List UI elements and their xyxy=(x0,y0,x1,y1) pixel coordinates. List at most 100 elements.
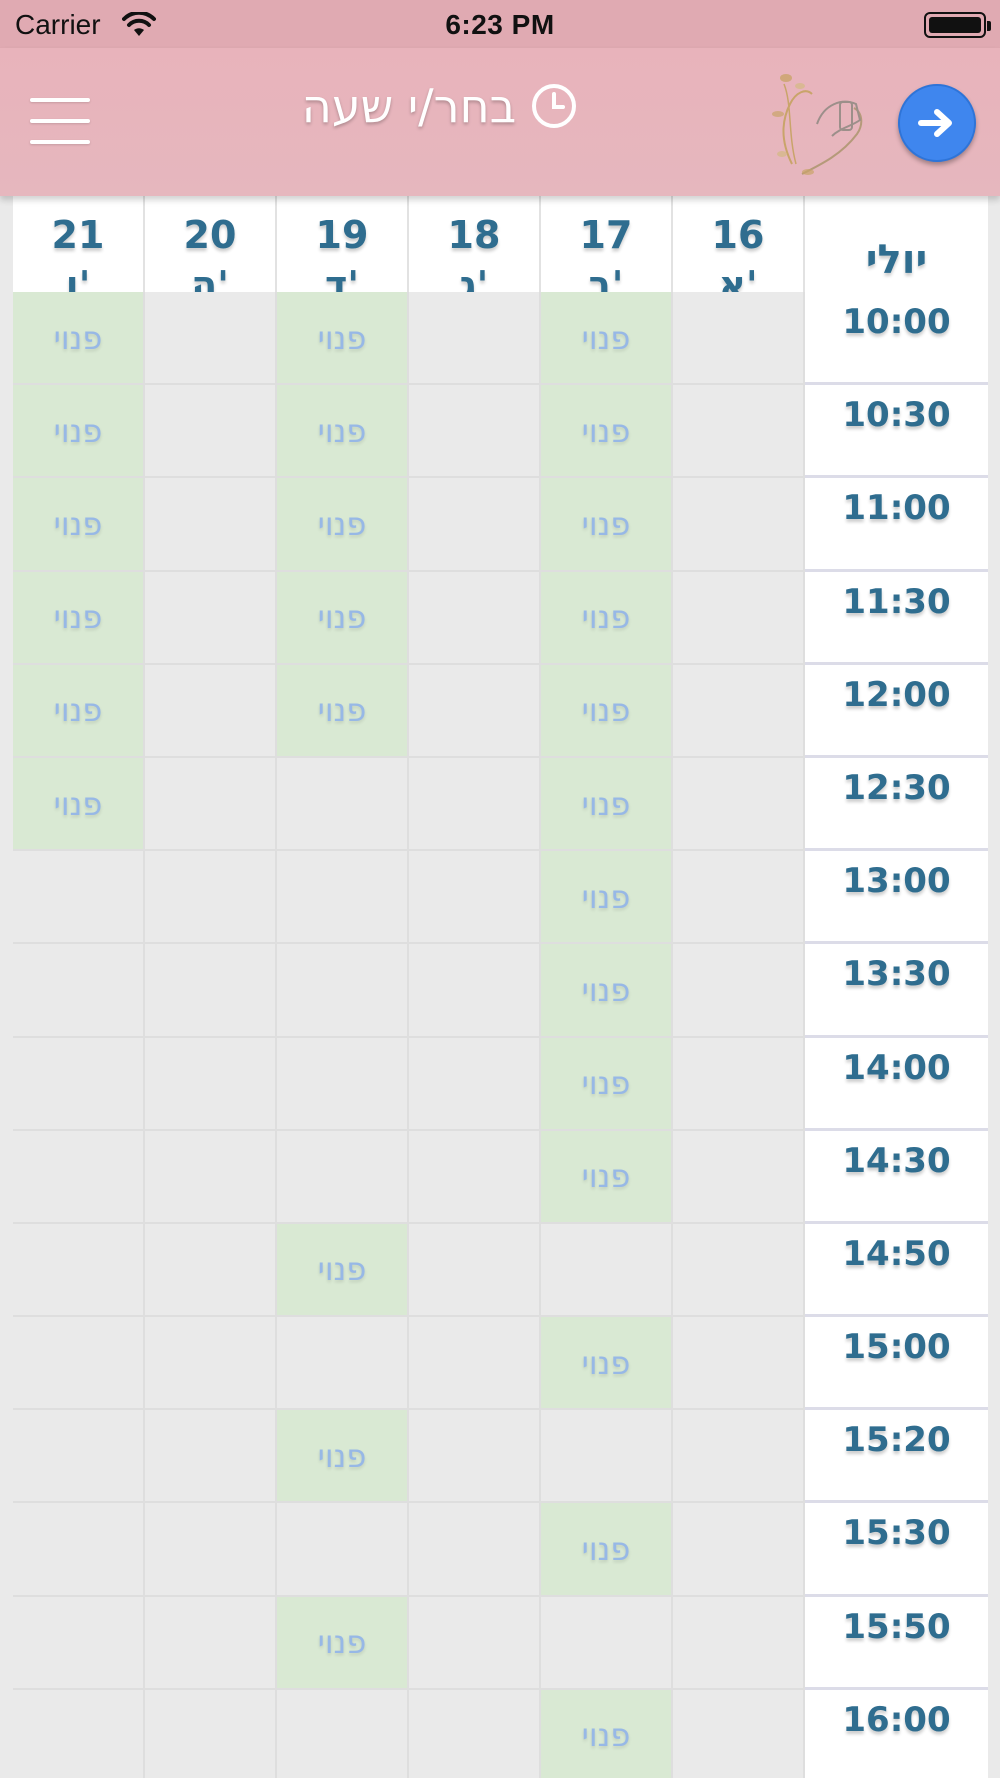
unavailable-slot-cell xyxy=(409,1130,541,1224)
unavailable-slot-cell xyxy=(409,1317,541,1411)
unavailable-slot-cell xyxy=(409,944,541,1038)
menu-button[interactable] xyxy=(30,98,90,144)
unavailable-slot-cell xyxy=(277,1037,409,1131)
free-slot-label: פנוי xyxy=(53,598,103,637)
free-slot-label: פנוי xyxy=(317,1436,367,1475)
arrow-right-icon xyxy=(918,109,952,137)
unavailable-slot-cell xyxy=(277,944,409,1038)
time-label: 13:00 xyxy=(805,851,988,945)
unavailable-slot-cell xyxy=(409,1503,541,1597)
time-slot-row: פנוי 14:00 xyxy=(13,1037,988,1131)
day-number: 17 xyxy=(579,213,633,257)
unavailable-slot-cell xyxy=(145,851,277,945)
unavailable-slot-cell xyxy=(277,1317,409,1411)
time-slot-row: פנוי 14:30 xyxy=(13,1130,988,1224)
free-slot-cell[interactable]: פנוי xyxy=(541,292,673,386)
free-slot-cell[interactable]: פנוי xyxy=(541,1503,673,1597)
free-slot-cell[interactable]: פנוי xyxy=(277,571,409,665)
time-label: 15:20 xyxy=(805,1410,988,1504)
time-label: 15:30 xyxy=(805,1503,988,1597)
back-button[interactable] xyxy=(898,84,976,162)
free-slot-cell[interactable]: פנוי xyxy=(277,385,409,479)
unavailable-slot-cell xyxy=(145,1689,277,1778)
time-label: 11:00 xyxy=(805,478,988,572)
free-slot-cell[interactable]: פנוי xyxy=(541,1317,673,1411)
time-slot-row: פנוי 15:00 xyxy=(13,1317,988,1411)
unavailable-slot-cell xyxy=(673,1317,805,1411)
free-slot-cell[interactable]: פנוי xyxy=(541,1037,673,1131)
time-label: 10:00 xyxy=(805,292,988,386)
unavailable-slot-cell xyxy=(673,478,805,572)
time-label: 10:30 xyxy=(805,385,988,479)
free-slot-label: פנוי xyxy=(581,411,631,450)
free-slot-cell[interactable]: פנוי xyxy=(277,292,409,386)
free-slot-cell[interactable]: פנוי xyxy=(13,757,145,852)
unavailable-slot-cell xyxy=(13,1037,145,1131)
status-bar: Carrier 6:23 PM xyxy=(0,0,1000,48)
unavailable-slot-cell xyxy=(145,664,277,758)
unavailable-slot-cell xyxy=(145,292,277,386)
free-slot-cell[interactable]: פנוי xyxy=(13,385,145,479)
menu-icon-line xyxy=(30,140,90,144)
free-slot-cell[interactable]: פנוי xyxy=(277,1596,409,1690)
unavailable-slot-cell xyxy=(673,757,805,852)
unavailable-slot-cell xyxy=(673,1503,805,1597)
calendar-grid: 21 ו' 20 ה' 19 ד' 18 ג' 17 ב' 16 א' יולי פנוי פ… xyxy=(13,196,988,1778)
free-slot-label: פנוי xyxy=(581,1716,631,1755)
free-slot-cell[interactable]: פנוי xyxy=(541,851,673,945)
unavailable-slot-cell xyxy=(541,1223,673,1318)
time-label: 16:00 xyxy=(805,1689,988,1778)
unavailable-slot-cell xyxy=(409,1410,541,1504)
unavailable-slot-cell xyxy=(673,944,805,1038)
time-label: 14:00 xyxy=(805,1037,988,1131)
day-number: 16 xyxy=(711,213,765,257)
free-slot-label: פנוי xyxy=(317,598,367,637)
free-slot-cell[interactable]: פנוי xyxy=(541,757,673,852)
unavailable-slot-cell xyxy=(13,1130,145,1224)
free-slot-label: פנוי xyxy=(317,318,367,357)
time-slot-row: פנוי פנוי פנוי 12:00 xyxy=(13,664,988,758)
free-slot-label: פנוי xyxy=(581,1064,631,1103)
free-slot-cell[interactable]: פנוי xyxy=(13,478,145,572)
day-number: 18 xyxy=(447,213,501,257)
time-slot-row: פנוי 13:00 xyxy=(13,851,988,945)
free-slot-label: פנוי xyxy=(581,598,631,637)
free-slot-cell[interactable]: פנוי xyxy=(13,571,145,665)
page-title-group: בחר/י שעה xyxy=(280,76,600,136)
free-slot-cell[interactable]: פנוי xyxy=(277,1410,409,1504)
unavailable-slot-cell xyxy=(145,1596,277,1690)
time-slot-row: פנוי פנוי פנוי 10:30 xyxy=(13,385,988,479)
free-slot-cell[interactable]: פנוי xyxy=(541,1130,673,1224)
free-slot-label: פנוי xyxy=(53,318,103,357)
unavailable-slot-cell xyxy=(541,1410,673,1504)
time-slot-row: פנוי 15:30 xyxy=(13,1503,988,1597)
time-label: 14:50 xyxy=(805,1223,988,1318)
free-slot-cell[interactable]: פנוי xyxy=(541,385,673,479)
unavailable-slot-cell xyxy=(409,478,541,572)
unavailable-slot-cell xyxy=(13,1223,145,1318)
time-slot-row: פנוי 15:50 xyxy=(13,1596,988,1690)
free-slot-cell[interactable]: פנוי xyxy=(541,664,673,758)
free-slot-cell[interactable]: פנוי xyxy=(541,571,673,665)
free-slot-cell[interactable]: פנוי xyxy=(277,664,409,758)
battery-icon xyxy=(924,12,991,38)
clock-icon xyxy=(532,84,577,128)
unavailable-slot-cell xyxy=(277,1503,409,1597)
unavailable-slot-cell xyxy=(145,1223,277,1318)
free-slot-label: פנוי xyxy=(53,784,103,823)
free-slot-cell[interactable]: פנוי xyxy=(13,664,145,758)
free-slot-cell[interactable]: פנוי xyxy=(277,1223,409,1318)
unavailable-slot-cell xyxy=(145,757,277,852)
unavailable-slot-cell xyxy=(13,944,145,1038)
unavailable-slot-cell xyxy=(13,1410,145,1504)
free-slot-cell[interactable]: פנוי xyxy=(541,1689,673,1778)
unavailable-slot-cell xyxy=(145,1503,277,1597)
free-slot-cell[interactable]: פנוי xyxy=(541,478,673,572)
free-slot-cell[interactable]: פנוי xyxy=(277,478,409,572)
free-slot-label: פנוי xyxy=(581,1530,631,1569)
unavailable-slot-cell xyxy=(145,1130,277,1224)
free-slot-cell[interactable]: פנוי xyxy=(13,292,145,386)
unavailable-slot-cell xyxy=(145,1410,277,1504)
free-slot-cell[interactable]: פנוי xyxy=(541,944,673,1038)
unavailable-slot-cell xyxy=(13,1317,145,1411)
